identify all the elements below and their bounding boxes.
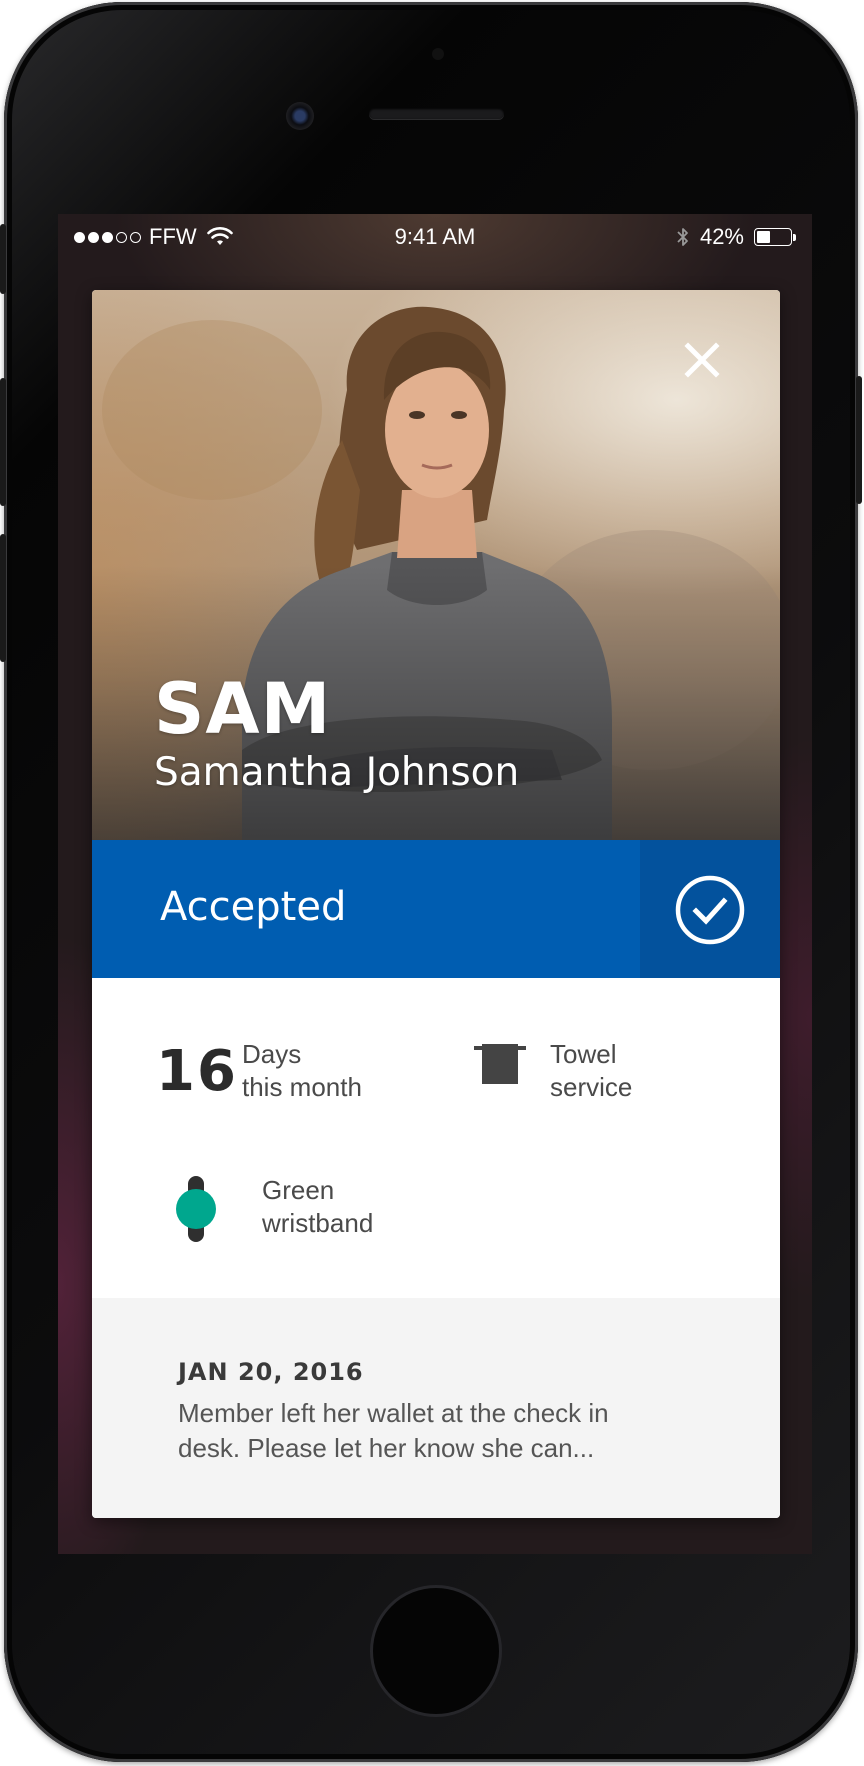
earpiece-speaker xyxy=(369,108,504,119)
stat-days-this-month: 16 Days this month xyxy=(156,1039,362,1104)
towel-label-line1: Towel xyxy=(550,1039,617,1069)
battery-level-fill xyxy=(757,231,771,243)
member-full-name: Samantha Johnson xyxy=(154,750,520,795)
wristband-label-line2: wristband xyxy=(262,1208,374,1238)
power-button xyxy=(856,376,862,504)
home-button[interactable] xyxy=(370,1585,502,1717)
bluetooth-icon xyxy=(677,228,688,246)
proximity-sensor xyxy=(432,48,444,60)
phone-frame: FFW 9:41 AM 42% SAM Samantha Johnson Acc… xyxy=(0,2,862,1762)
volume-down-button xyxy=(0,534,6,662)
note-date: JAN 20, 2016 xyxy=(178,1358,364,1386)
member-nickname: SAM xyxy=(154,668,332,750)
close-icon[interactable] xyxy=(682,340,722,380)
member-card: SAM Samantha Johnson Accepted 16 Days th… xyxy=(92,290,780,1518)
accept-button[interactable] xyxy=(640,840,780,978)
battery-percentage: 42% xyxy=(699,224,744,249)
mute-switch xyxy=(0,224,6,294)
towel-label-line2: service xyxy=(550,1072,633,1102)
entry-status-banner: Accepted xyxy=(92,840,780,978)
wristband-label-line1: Green xyxy=(262,1175,335,1205)
checkmark-circle-icon xyxy=(675,875,745,945)
days-label-line1: Days xyxy=(242,1039,302,1069)
status-bar: FFW 9:41 AM 42% xyxy=(58,214,812,262)
member-photo: SAM Samantha Johnson xyxy=(92,290,780,840)
days-label-line2: this month xyxy=(242,1072,362,1102)
entry-status-label: Accepted xyxy=(160,884,347,930)
front-camera xyxy=(286,102,314,130)
volume-up-button xyxy=(0,378,6,506)
screen: FFW 9:41 AM 42% SAM Samantha Johnson Acc… xyxy=(58,214,812,1554)
towel-icon xyxy=(474,1044,526,1084)
note-text: Member left her wallet at the check in d… xyxy=(178,1398,609,1463)
days-count: 16 xyxy=(156,1039,238,1104)
stat-wristband: Green wristband xyxy=(176,1174,373,1244)
battery-icon xyxy=(754,227,798,247)
status-bar-right: 42% xyxy=(676,224,798,250)
member-note[interactable]: JAN 20, 2016 Member left her wallet at t… xyxy=(92,1298,780,1518)
member-stats: 16 Days this month Towel service Green w… xyxy=(92,978,780,1298)
wristband-icon xyxy=(176,1176,216,1242)
stat-towel-service: Towel service xyxy=(472,1038,632,1104)
